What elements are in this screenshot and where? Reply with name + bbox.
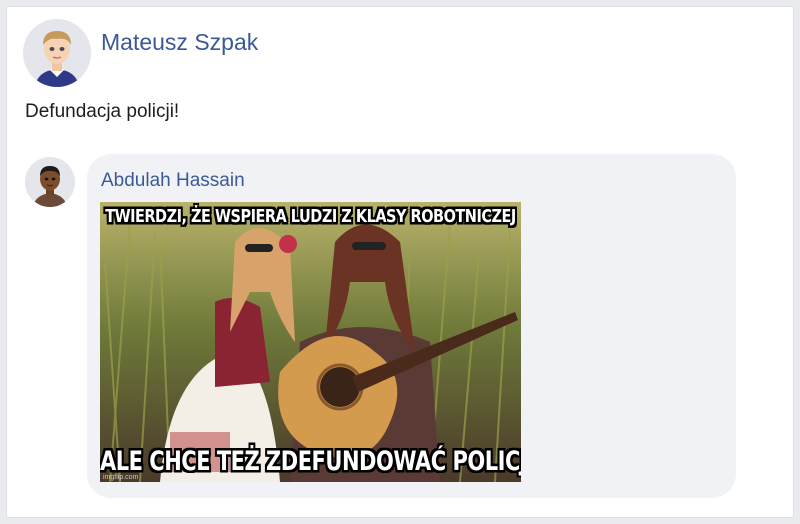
post-card: Mateusz Szpak Defundacja policji! Abdula… (6, 6, 794, 518)
comment-bubble: Abdulah Hassain TWIERDZI, ŻE WSPIERA LUD… (87, 154, 736, 498)
author-avatar-icon[interactable] (23, 19, 91, 87)
post-author-name[interactable]: Mateusz Szpak (101, 29, 258, 56)
meme-bottom-caption: ALE CHCE TEŻ ZDEFUNDOWAĆ POLICJĘ (100, 446, 521, 476)
commenter-avatar-icon[interactable] (25, 157, 75, 207)
meme-watermark: imgflip.com (103, 474, 139, 481)
meme-image[interactable]: TWIERDZI, ŻE WSPIERA LUDZI Z KLASY ROBOT… (100, 202, 521, 482)
commenter-name[interactable]: Abdulah Hassain (101, 170, 245, 192)
post-header: Mateusz Szpak (23, 19, 258, 87)
meme-top-caption: TWIERDZI, ŻE WSPIERA LUDZI Z KLASY ROBOT… (105, 207, 516, 227)
post-text: Defundacja policji! (25, 101, 180, 122)
